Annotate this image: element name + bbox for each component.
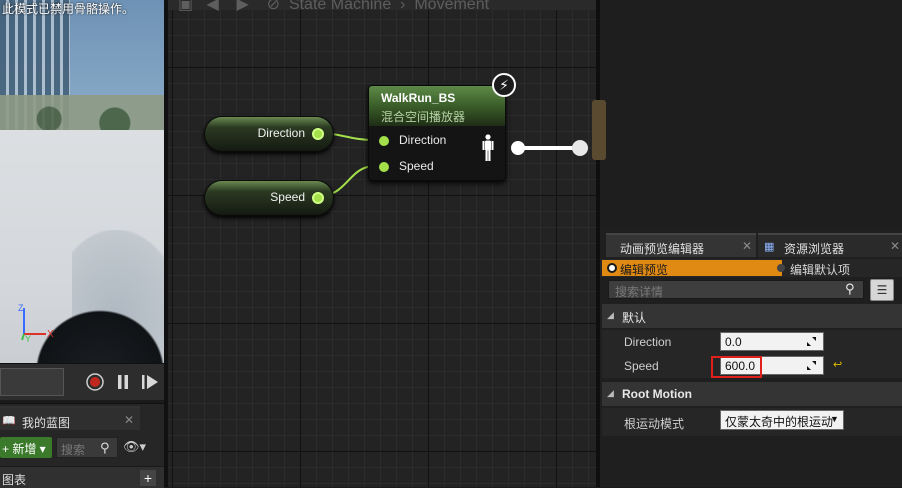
toolbar-icons[interactable]: ▣ ◀ ▶ ⊘	[178, 0, 284, 13]
drag-handle-icon[interactable]	[807, 337, 816, 346]
radio-unselected-icon[interactable]	[777, 264, 785, 272]
view-options-button[interactable]: ☰	[870, 279, 894, 301]
tab-anim-preview-editor[interactable]: 动画预览编辑器 ✕	[606, 233, 756, 257]
output-pin[interactable]	[312, 128, 324, 140]
record-icon[interactable]	[86, 373, 104, 391]
fast-path-icon: ⚡	[492, 73, 516, 97]
tab-my-blueprint[interactable]: 📖 我的蓝图 ✕	[0, 406, 140, 430]
axis-x-label: X	[47, 329, 54, 340]
node-title: WalkRun_BS	[381, 91, 456, 105]
details-tabs: 动画预览编辑器 ✕ ▦ 资源浏览器 ✕	[600, 233, 902, 257]
input-pin-direction[interactable]	[379, 136, 389, 146]
axis-y-label: Y	[25, 334, 31, 342]
close-icon[interactable]: ✕	[742, 239, 752, 253]
category-root-motion[interactable]: ◢ Root Motion	[602, 382, 902, 406]
direction-variable-node[interactable]: Direction	[204, 116, 334, 152]
radio-selected-icon	[607, 263, 617, 273]
drag-handle-icon[interactable]	[807, 361, 816, 370]
category-default[interactable]: ◢ 默认	[602, 304, 902, 328]
pause-icon[interactable]	[114, 373, 132, 391]
node-subtitle: 混合空间播放器	[381, 110, 466, 124]
edit-preview-toggle[interactable]: 编辑预览	[602, 260, 782, 277]
category-default-label: 默认	[622, 311, 647, 325]
category-root-motion-label: Root Motion	[622, 387, 692, 401]
bone-manipulation-notice: 此模式已禁用骨骼操作。	[2, 2, 135, 16]
partial-node	[592, 100, 606, 160]
timeline-scrubber[interactable]	[0, 368, 64, 396]
tab-asset-browser-label: 资源浏览器	[784, 242, 845, 256]
playback-controls	[0, 363, 164, 400]
direction-value: 0.0	[725, 335, 742, 349]
speed-variable-node[interactable]: Speed	[204, 180, 334, 216]
book-icon: 📖	[2, 415, 16, 427]
edit-defaults-toggle[interactable]: 编辑默认项	[790, 261, 850, 278]
pose-figure-icon	[482, 134, 494, 161]
axis-z-label: Z	[18, 303, 24, 313]
node-header: WalkRun_BS 混合空间播放器	[369, 86, 505, 126]
tab-anim-preview-editor-label: 动画预览编辑器	[620, 242, 705, 256]
input-pin-speed[interactable]	[379, 162, 389, 172]
collapse-arrow-icon: ◢	[607, 310, 614, 320]
graph-toolbar: ▣ ◀ ▶ ⊘ State Machine › Movement	[168, 0, 600, 13]
property-row-direction: Direction 0.0	[602, 330, 902, 354]
output-pin[interactable]	[312, 192, 324, 204]
breadcrumb: ▣ ◀ ▶ ⊘ State Machine › Movement	[178, 0, 489, 13]
search-icon[interactable]: ⚲	[100, 440, 110, 456]
breadcrumb-item-state-machine[interactable]: State Machine	[289, 0, 391, 13]
speed-variable-label: Speed	[270, 190, 305, 204]
details-panel: 动画预览编辑器 ✕ ▦ 资源浏览器 ✕ 编辑预览 编辑默认项 搜索详情 ⚲ ☰ …	[592, 0, 902, 487]
input-label-speed: Speed	[399, 159, 434, 173]
graphs-label: 图表	[2, 473, 27, 487]
direction-variable-label: Direction	[257, 126, 305, 140]
collapse-arrow-icon: ◢	[607, 388, 614, 398]
edit-preview-label: 编辑预览	[620, 263, 669, 277]
input-label-direction: Direction	[399, 133, 447, 147]
details-search-input[interactable]: 搜索详情	[608, 280, 864, 299]
property-label-speed: Speed	[624, 359, 659, 373]
asset-grid-icon: ▦	[764, 241, 775, 253]
anim-graph-editor[interactable]: ▣ ◀ ▶ ⊘ State Machine › Movement Directi…	[164, 0, 600, 487]
tab-my-blueprint-label: 我的蓝图	[22, 416, 71, 430]
preview-viewport[interactable]: Z X Y 此模式已禁用骨骼操作。	[0, 0, 164, 400]
close-icon[interactable]: ✕	[124, 413, 134, 427]
breadcrumb-item-movement[interactable]: Movement	[414, 0, 489, 13]
add-graph-button[interactable]: +	[140, 470, 156, 486]
tab-asset-browser[interactable]: ▦ 资源浏览器 ✕	[758, 233, 902, 257]
blendspace-player-node[interactable]: WalkRun_BS 混合空间播放器 Direction Speed	[368, 85, 506, 181]
property-row-root-motion-mode: 根运动模式 仅蒙太奇中的根运动 ▼	[602, 408, 902, 436]
close-icon[interactable]: ✕	[890, 239, 900, 253]
root-motion-mode-select[interactable]: 仅蒙太奇中的根运动 ▼	[720, 410, 844, 430]
add-new-button[interactable]: + 新增 ▾	[0, 437, 52, 458]
graphs-section[interactable]: 图表 +	[0, 466, 164, 488]
my-blueprint-panel: 📖 我的蓝图 ✕ + 新增 ▾ 搜索 ⚲ 👁▾ 图表 +	[0, 403, 164, 488]
speed-value-highlight	[711, 356, 762, 378]
root-motion-mode-value: 仅蒙太奇中的根运动	[725, 415, 834, 429]
edit-mode-row: 编辑预览 编辑默认项	[600, 259, 902, 277]
details-empty-area	[602, 436, 902, 487]
chevron-right-icon: ›	[395, 0, 410, 13]
graph-overflow-area	[592, 0, 902, 228]
axis-gizmo-icon: Z X Y	[18, 303, 54, 342]
property-label-direction: Direction	[624, 335, 672, 349]
search-icon[interactable]: ⚲	[845, 281, 855, 297]
chevron-down-icon: ▼	[830, 414, 839, 424]
trees-background	[0, 95, 164, 135]
eye-icon[interactable]: 👁▾	[123, 439, 146, 455]
reset-to-default-icon[interactable]: ↩	[833, 358, 842, 371]
property-label-root-motion-mode: 根运动模式	[624, 417, 685, 431]
play-forward-icon[interactable]	[141, 373, 159, 391]
